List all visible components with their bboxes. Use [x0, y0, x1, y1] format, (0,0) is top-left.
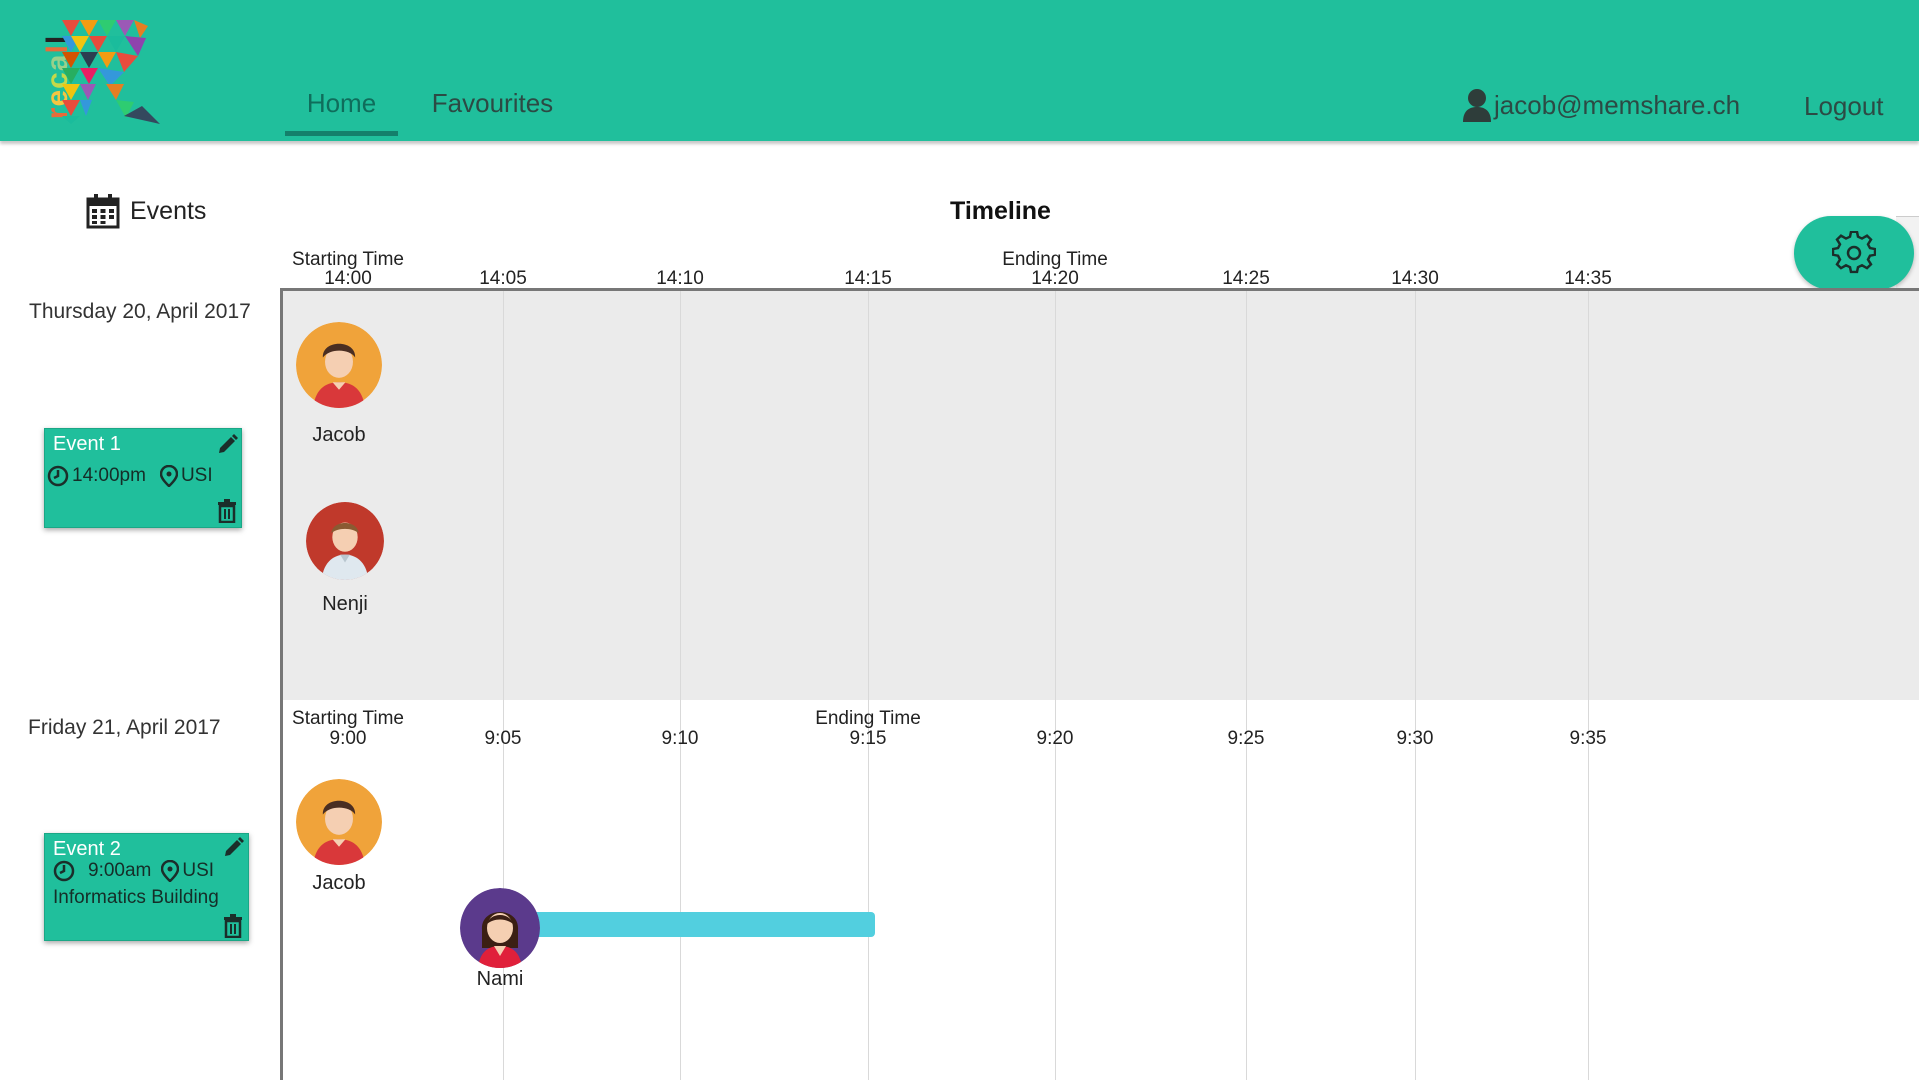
- tab-home[interactable]: Home: [285, 88, 398, 118]
- location-pin-icon: [159, 465, 178, 487]
- timeline-title: Timeline: [950, 197, 1051, 225]
- day-label-thursday: Thursday 20, April 2017: [29, 300, 251, 323]
- timeline-gridline: [868, 700, 869, 1080]
- timeline-gridline: [1055, 291, 1056, 701]
- participant-name: Nenji: [322, 593, 368, 615]
- person-avatar-icon: [460, 888, 540, 968]
- time-tick-label: 9:25: [1227, 728, 1265, 749]
- recall-logo[interactable]: recall: [26, 20, 166, 124]
- user-icon: [1463, 89, 1491, 122]
- event-title: Event 2: [53, 838, 121, 860]
- tab-favourites[interactable]: Favourites: [425, 88, 560, 118]
- edit-icon[interactable]: [217, 433, 239, 455]
- gear-icon: [1832, 231, 1876, 274]
- event-title: Event 1: [53, 433, 121, 455]
- time-tick-label: 14:25: [1222, 268, 1270, 289]
- timeline-section-2: Jacob Nami: [280, 700, 1919, 1080]
- participation-bar-nami[interactable]: [520, 912, 875, 937]
- top-navigation-bar: recall Home Favourites jacob@memshare.ch…: [0, 0, 1919, 141]
- timeline-gridline: [1415, 700, 1416, 1080]
- timeline-section-1: Jacob Nenji: [280, 288, 1919, 704]
- user-email: jacob@memshare.ch: [1494, 89, 1741, 120]
- time-tick-label: 9:05: [484, 728, 522, 749]
- timeline-gridline: [1246, 700, 1247, 1080]
- trash-icon[interactable]: [223, 914, 243, 938]
- settings-button[interactable]: [1794, 216, 1914, 290]
- time-tick-label: 9:10: [661, 728, 699, 749]
- event-time: 14:00pm: [72, 465, 146, 486]
- trash-icon[interactable]: [217, 499, 237, 523]
- time-tick-label: 9:30: [1396, 728, 1434, 749]
- time-tick-label: 9:35: [1569, 728, 1607, 749]
- event-location: USI: [180, 465, 213, 486]
- time-tick-label: 14:30: [1391, 268, 1439, 289]
- participant-name: Jacob: [312, 872, 366, 894]
- clock-icon: [47, 465, 69, 487]
- ending-time-label: Ending Time: [815, 708, 921, 729]
- user-account[interactable]: jacob@memshare.ch: [1462, 88, 1740, 122]
- starting-time-label: Starting Time: [292, 249, 404, 270]
- event-card-2[interactable]: Event 2 9:00am USI Informatics Building: [44, 833, 249, 941]
- time-tick-label: 14:20: [1031, 268, 1079, 289]
- timeline-gridline: [1588, 700, 1589, 1080]
- edit-icon[interactable]: [223, 836, 245, 858]
- person-avatar-icon: [296, 322, 382, 408]
- location-pin-icon: [161, 860, 180, 882]
- participant-name: Jacob: [312, 424, 366, 446]
- timeline-gridline: [1588, 291, 1589, 701]
- time-tick-label: 14:35: [1564, 268, 1612, 289]
- ending-time-label: Ending Time: [1002, 249, 1108, 270]
- time-tick-label: 9:00: [329, 728, 367, 749]
- timeline-gridline: [1246, 291, 1247, 701]
- logo-r-mosaic: [62, 20, 160, 124]
- event-location-line2: Informatics Building: [53, 887, 219, 908]
- active-tab-indicator: [285, 131, 398, 136]
- timeline-gridline: [868, 291, 869, 701]
- timeline-gridline: [680, 700, 681, 1080]
- event-details-line: 14:00pm USI: [47, 465, 213, 487]
- participant-name: Nami: [476, 968, 524, 990]
- avatar-nenji[interactable]: [306, 502, 384, 580]
- timeline-gridline: [1415, 291, 1416, 701]
- day-label-friday: Friday 21, April 2017: [28, 716, 221, 739]
- clock-icon: [53, 860, 75, 882]
- time-tick-label: 14:10: [656, 268, 704, 289]
- avatar-nami[interactable]: [460, 888, 540, 968]
- avatar-jacob[interactable]: [296, 322, 382, 408]
- event-time: 9:00am: [88, 860, 152, 881]
- time-tick-label: 9:15: [849, 728, 887, 749]
- event-details-line: 9:00am USI: [53, 860, 214, 882]
- calendar-icon: [86, 194, 120, 229]
- event-card-1[interactable]: Event 1 14:00pm USI: [44, 428, 242, 528]
- time-tick-label: 9:20: [1036, 728, 1074, 749]
- person-avatar-icon: [296, 779, 382, 865]
- person-avatar-icon: [306, 502, 384, 580]
- starting-time-label: Starting Time: [292, 708, 404, 729]
- timeline-gridline: [680, 291, 681, 701]
- logout-link[interactable]: Logout: [1804, 91, 1884, 122]
- timeline-gridline: [503, 291, 504, 701]
- events-heading-label: Events: [130, 196, 207, 225]
- time-tick-label: 14:15: [844, 268, 892, 289]
- time-tick-label: 14:00: [324, 268, 372, 289]
- avatar-jacob[interactable]: [296, 779, 382, 865]
- timeline-gridline: [1055, 700, 1056, 1080]
- event-location: USI: [182, 860, 215, 881]
- events-heading: Events: [86, 193, 206, 229]
- time-tick-label: 14:05: [479, 268, 527, 289]
